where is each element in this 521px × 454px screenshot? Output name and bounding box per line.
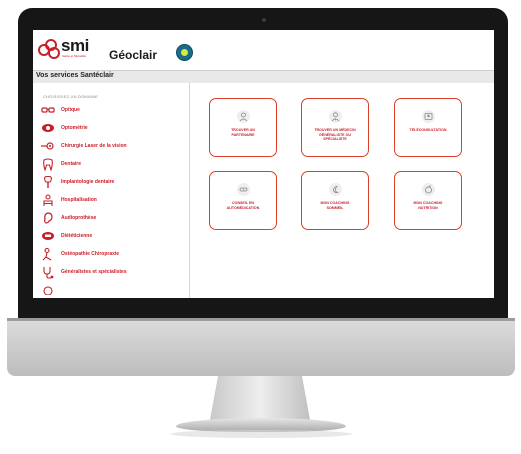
sidebar-item-label: Optique bbox=[61, 107, 80, 113]
tile-teleconsultation[interactable]: TÉLÉCONSULTATION bbox=[394, 98, 462, 157]
sidebar-item-audioprothese[interactable]: Audioprothèse bbox=[41, 211, 96, 225]
domain-sidebar: CHOISISSEZ UN DOMAINE Optique Optométrie… bbox=[33, 83, 190, 298]
hospital-bed-icon bbox=[41, 193, 55, 207]
webcam bbox=[262, 18, 266, 22]
sidebar-item-label: Généralistes et spécialistes bbox=[61, 269, 127, 275]
sidebar-item-implantologie[interactable]: Implantologie dentaire bbox=[41, 175, 114, 189]
sidebar-item-dentaire[interactable]: Dentaire bbox=[41, 157, 81, 171]
services-title: Vos services Santéclair bbox=[36, 72, 114, 79]
monitor-stand bbox=[210, 376, 310, 420]
sidebar-item-generalistes[interactable]: Généralistes et spécialistes bbox=[41, 265, 127, 279]
sidebar-item-label: Audioprothèse bbox=[61, 215, 97, 221]
partial-icon bbox=[41, 283, 55, 297]
eye-icon bbox=[41, 121, 55, 135]
tile-coaching-sommeil[interactable]: MON COACHING SOMMEIL bbox=[301, 171, 369, 230]
sidebar-item-label: Optométrie bbox=[61, 125, 88, 131]
logo-subtitle: Santé et Mutualité bbox=[62, 54, 87, 58]
stand-shadow bbox=[170, 430, 352, 438]
sidebar-item-osteopathie[interactable]: Ostéopathie Chiropraxie bbox=[41, 247, 119, 261]
sidebar-item-optique[interactable]: Optique bbox=[41, 103, 80, 117]
partner-location-icon bbox=[237, 110, 250, 123]
sleep-icon bbox=[329, 183, 342, 196]
sidebar-item-chirurgie-laser[interactable]: Chirurgie Laser de la vision bbox=[41, 139, 127, 153]
tile-coaching-nutrition[interactable]: MON COACHING NUTRITION bbox=[394, 171, 462, 230]
scale-icon bbox=[41, 229, 55, 243]
tile-trouver-medecin[interactable]: TROUVER UN MÉDECIN GÉNÉRALISTE OU SPÉCIA… bbox=[301, 98, 369, 157]
dental-implant-icon bbox=[41, 175, 55, 189]
monitor-chin-edge bbox=[7, 318, 515, 321]
stethoscope-icon bbox=[41, 265, 55, 279]
screen: smi Santé et Mutualité Géoclair Vos serv… bbox=[33, 30, 494, 298]
tile-conseil-automedication[interactable]: CONSEIL EN AUTOMÉDICATION bbox=[209, 171, 277, 230]
sidebar-item-label: Implantologie dentaire bbox=[61, 179, 115, 185]
sidebar-heading: CHOISISSEZ UN DOMAINE bbox=[43, 94, 99, 99]
sidebar-item-optometrie[interactable]: Optométrie bbox=[41, 121, 88, 135]
sidebar-item-label: Hospitalisation bbox=[61, 197, 97, 203]
laser-eye-icon bbox=[41, 139, 55, 153]
tile-label: TÉLÉCONSULTATION bbox=[409, 128, 447, 132]
logo-text: smi bbox=[61, 36, 89, 55]
sidebar-item-label: Dentaire bbox=[61, 161, 82, 167]
tile-trouver-partenaire[interactable]: TROUVER UN PARTENAIRE bbox=[209, 98, 277, 157]
doctor-icon bbox=[329, 110, 342, 123]
sidebar-item-label: Diététicienne bbox=[61, 233, 93, 239]
sidebar-item-label: Chirurgie Laser de la vision bbox=[61, 143, 127, 149]
sidebar-item-label: Ostéopathie Chiropraxie bbox=[61, 251, 120, 257]
tile-label: CONSEIL EN AUTOMÉDICATION bbox=[226, 201, 260, 210]
tile-label: TROUVER UN PARTENAIRE bbox=[231, 128, 255, 137]
sidebar-item-partial bbox=[41, 283, 55, 297]
tooth-icon bbox=[41, 157, 55, 171]
tile-label: MON COACHING SOMMEIL bbox=[320, 201, 350, 210]
app-header: smi Santé et Mutualité Géoclair bbox=[33, 30, 494, 70]
services-grid: TROUVER UN PARTENAIRE TROUVER UN MÉDECIN… bbox=[190, 83, 494, 298]
services-header: Vos services Santéclair bbox=[33, 70, 494, 84]
glasses-icon bbox=[41, 103, 55, 117]
monitor-chin bbox=[7, 318, 515, 376]
geoclair-badge-icon bbox=[176, 44, 193, 61]
spine-icon bbox=[41, 247, 55, 261]
sidebar-item-hospitalisation[interactable]: Hospitalisation bbox=[41, 193, 97, 207]
tile-label: MON COACHING NUTRITION bbox=[413, 201, 443, 210]
smi-logo-icon bbox=[38, 39, 60, 59]
video-consult-icon bbox=[422, 110, 435, 123]
tile-label: TROUVER UN MÉDECIN GÉNÉRALISTE OU SPÉCIA… bbox=[314, 128, 356, 141]
nutrition-icon bbox=[422, 183, 435, 196]
ear-icon bbox=[41, 211, 55, 225]
pill-icon bbox=[237, 183, 250, 196]
sidebar-item-dieteticienne[interactable]: Diététicienne bbox=[41, 229, 92, 243]
app-name: Géoclair bbox=[109, 48, 158, 62]
